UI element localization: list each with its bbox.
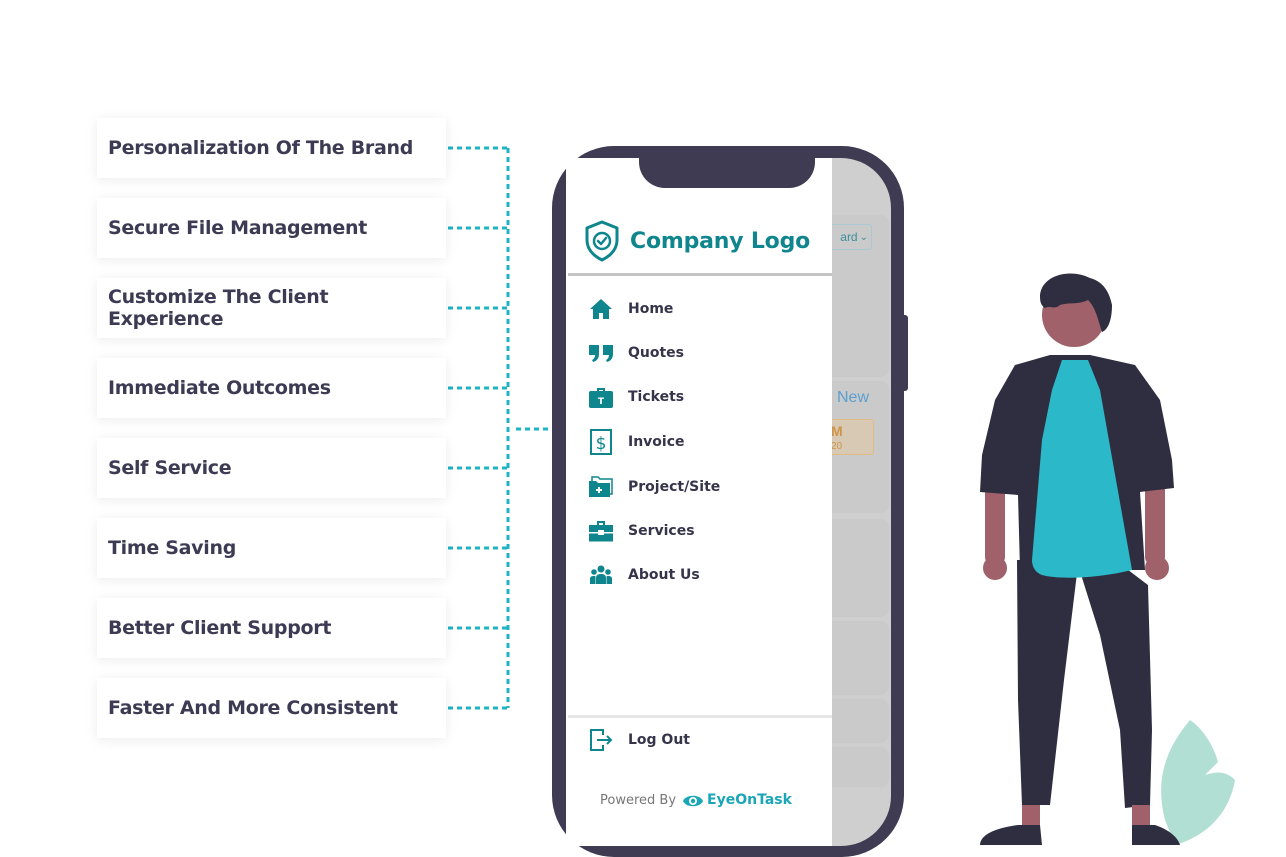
feature-card: Better Client Support: [97, 598, 446, 658]
menu-item-quotes[interactable]: Quotes: [588, 340, 684, 366]
chevron-down-icon: ⌄: [859, 231, 868, 243]
powered-by-text: Powered By: [600, 792, 677, 808]
feature-label: Time Saving: [108, 537, 237, 559]
menu-label: Tickets: [628, 389, 685, 405]
hand: [1145, 556, 1169, 580]
drawer-divider-bottom: [568, 715, 832, 718]
feature-card: Self Service: [97, 438, 446, 498]
shoe: [980, 825, 1042, 845]
feature-label: Immediate Outcomes: [108, 377, 331, 399]
dollar-invoice-icon: $: [588, 429, 614, 455]
eyeontask-logo-icon: [683, 795, 704, 807]
feature-label: Personalization Of The Brand: [108, 137, 414, 159]
background-new-label: New: [837, 389, 870, 406]
menu-label: Project/Site: [628, 479, 721, 495]
feature-label: Secure File Management: [108, 217, 367, 239]
menu-item-tickets[interactable]: T Tickets: [588, 384, 684, 410]
menu-label: About Us: [628, 567, 700, 583]
toolbox-icon: [588, 518, 614, 544]
pants: [1017, 560, 1152, 808]
menu-item-home[interactable]: Home: [588, 296, 673, 322]
feature-label: Faster And More Consistent: [108, 697, 398, 719]
svg-text:T: T: [598, 397, 605, 407]
menu-label: Quotes: [628, 345, 685, 361]
feature-card: Immediate Outcomes: [97, 358, 446, 418]
menu-label: Services: [628, 523, 695, 539]
feature-card: Faster And More Consistent: [97, 678, 446, 738]
shield-check-icon: [585, 220, 619, 262]
menu-item-invoice[interactable]: $ Invoice: [588, 429, 685, 455]
menu-item-project-site[interactable]: Project/Site: [588, 474, 720, 500]
powered-by: Powered By EyeOnTask: [600, 792, 792, 808]
drawer-divider: [568, 273, 832, 276]
feature-label: Better Client Support: [108, 617, 332, 639]
home-icon: [588, 296, 614, 322]
company-logo: Company Logo: [584, 220, 810, 262]
menu-item-about-us[interactable]: About Us: [588, 562, 700, 588]
logout-label: Log Out: [628, 732, 690, 748]
feature-card: Customize The Client Experience: [97, 278, 446, 338]
folder-plus-icon: [588, 474, 614, 500]
badge-line2: 20: [831, 441, 843, 452]
logout-button[interactable]: Log Out: [588, 727, 690, 753]
plant-leaf: [1161, 720, 1235, 845]
menu-label: Home: [628, 301, 674, 317]
brand-name: EyeOnTask: [707, 792, 792, 808]
feature-card: Personalization Of The Brand: [97, 118, 446, 178]
ticket-briefcase-icon: T: [588, 384, 614, 410]
hand: [983, 556, 1007, 580]
phone-side-button: [900, 315, 908, 391]
background-dropdown: ard ⌄: [830, 224, 872, 250]
logout-icon: [588, 727, 614, 753]
dropdown-text: ard: [840, 230, 858, 244]
feature-label: Self Service: [108, 457, 232, 479]
svg-text:$: $: [596, 434, 607, 454]
users-icon: [588, 562, 614, 588]
feature-card: Time Saving: [97, 518, 446, 578]
menu-label: Invoice: [628, 434, 685, 450]
feature-card: Secure File Management: [97, 198, 446, 258]
feature-label: Customize The Client Experience: [108, 286, 329, 330]
person-illustration: [980, 273, 1235, 845]
logo-text: Company Logo: [630, 228, 811, 254]
badge-line1: M: [831, 423, 843, 439]
quote-icon: [588, 340, 614, 366]
menu-item-services[interactable]: Services: [588, 518, 695, 544]
phone-notch: [639, 150, 815, 188]
